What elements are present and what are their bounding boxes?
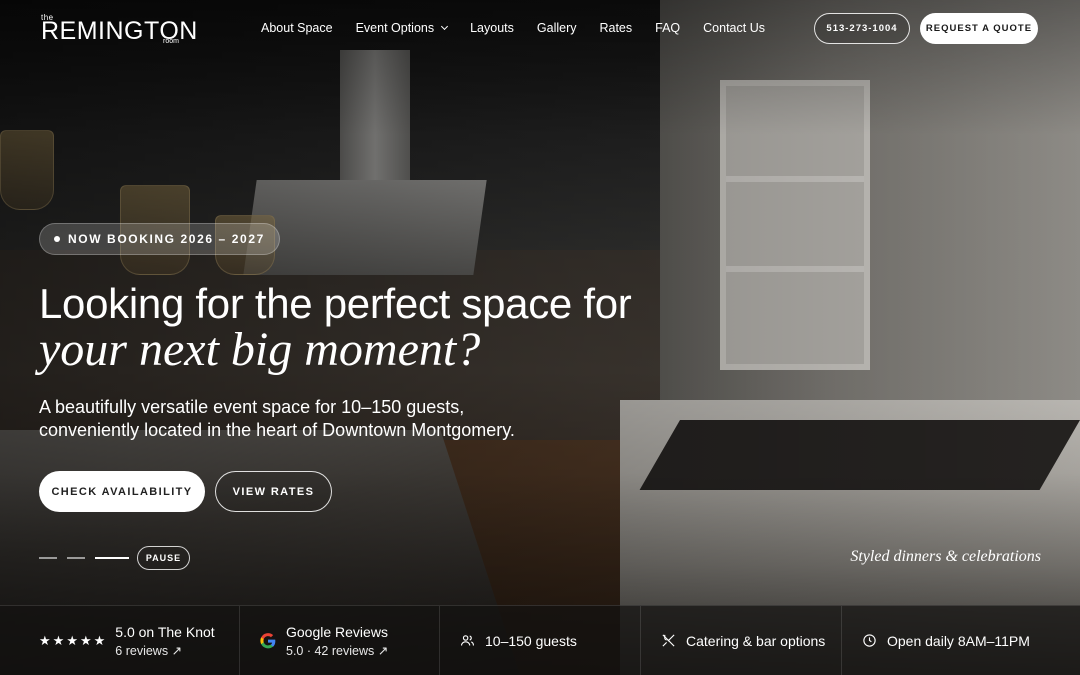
slide-indicator[interactable]	[39, 557, 57, 559]
badge-text: NOW BOOKING 2026 – 2027	[68, 232, 265, 246]
stat-hours: Open daily 8AM–11PM	[842, 606, 1080, 675]
hero-headline: Looking for the perfect space for	[39, 280, 632, 327]
nav-layouts[interactable]: Layouts	[470, 21, 514, 35]
logo-room: room	[163, 38, 179, 45]
nav-label: Contact Us	[703, 21, 765, 35]
star-icon: ★	[52, 632, 65, 648]
stat-text: Google Reviews 5.0 · 42 reviews ↗	[286, 624, 388, 658]
google-reviews-title: Google Reviews	[286, 623, 388, 640]
nav-label: About Space	[261, 21, 333, 35]
utensils-icon	[662, 634, 675, 647]
request-quote-button[interactable]: REQUEST A QUOTE	[920, 13, 1038, 44]
nav-contact-us[interactable]: Contact Us	[703, 21, 765, 35]
hero-headline-italic: your next big moment?	[39, 323, 481, 376]
nav-label: Rates	[599, 21, 633, 35]
knot-rating: 5.0 on The Knot	[115, 623, 215, 640]
star-icon: ★	[39, 632, 51, 648]
star-icon: ★	[66, 632, 78, 648]
main-nav: About Space Event Options Layouts Galler…	[261, 21, 788, 35]
badge-dot-icon	[54, 236, 60, 242]
hero-subtext: A beautifully versatile event space for …	[39, 397, 515, 440]
opening-hours: Open daily 8AM–11PM	[887, 632, 1030, 649]
nav-rates[interactable]: Rates	[599, 21, 632, 35]
star-icon: ★	[93, 632, 106, 648]
google-icon	[260, 632, 276, 648]
guest-capacity: 10–150 guests	[485, 632, 577, 649]
stat-google[interactable]: Google Reviews 5.0 · 42 reviews ↗	[240, 606, 440, 675]
pause-slideshow-button[interactable]: PAUSE	[137, 546, 190, 570]
nav-label: Event Options	[355, 21, 435, 35]
stat-knot[interactable]: ★ ★ ★ ★ ★ 5.0 on The Knot 6 reviews ↗	[0, 606, 240, 675]
slide-caption: Styled dinners & celebrations	[850, 548, 1041, 565]
phone-button[interactable]: 513-273-1004	[814, 13, 910, 44]
stat-catering: Catering & bar options	[641, 606, 842, 675]
nav-event-options[interactable]: Event Options	[355, 21, 449, 35]
slide-indicator[interactable]	[67, 557, 85, 559]
stat-guests: 10–150 guests	[440, 606, 641, 675]
nav-about-space[interactable]: About Space	[261, 21, 333, 35]
chevron-down-icon	[441, 22, 449, 31]
google-reviews-link[interactable]: 5.0 · 42 reviews ↗	[286, 643, 388, 658]
users-icon	[461, 635, 474, 646]
check-availability-button[interactable]: CHECK AVAILABILITY	[39, 471, 205, 512]
stat-text: 5.0 on The Knot 6 reviews ↗	[115, 624, 214, 658]
slide-indicator-active[interactable]	[95, 557, 129, 559]
slide-indicators	[39, 557, 129, 559]
rating-stars: ★ ★ ★ ★ ★	[39, 633, 105, 649]
nav-label: FAQ	[655, 21, 681, 35]
clock-icon	[863, 634, 876, 647]
nav-label: Layouts	[470, 21, 514, 35]
knot-reviews-link[interactable]: 6 reviews ↗	[115, 643, 214, 658]
nav-label: Gallery	[536, 21, 577, 35]
view-rates-button[interactable]: VIEW RATES	[215, 471, 332, 512]
catering-options: Catering & bar options	[686, 632, 826, 649]
hero-section: the REMINGTON room About Space Event Opt…	[0, 0, 1080, 675]
site-header: the REMINGTON room About Space Event Opt…	[0, 0, 1080, 60]
nav-faq[interactable]: FAQ	[655, 21, 680, 35]
nav-gallery[interactable]: Gallery	[537, 21, 577, 35]
star-icon: ★	[79, 632, 92, 648]
booking-badge: NOW BOOKING 2026 – 2027	[39, 223, 280, 255]
stats-bar: ★ ★ ★ ★ ★ 5.0 on The Knot 6 reviews ↗ Go…	[0, 605, 1080, 675]
logo[interactable]: the REMINGTON room	[41, 13, 197, 45]
